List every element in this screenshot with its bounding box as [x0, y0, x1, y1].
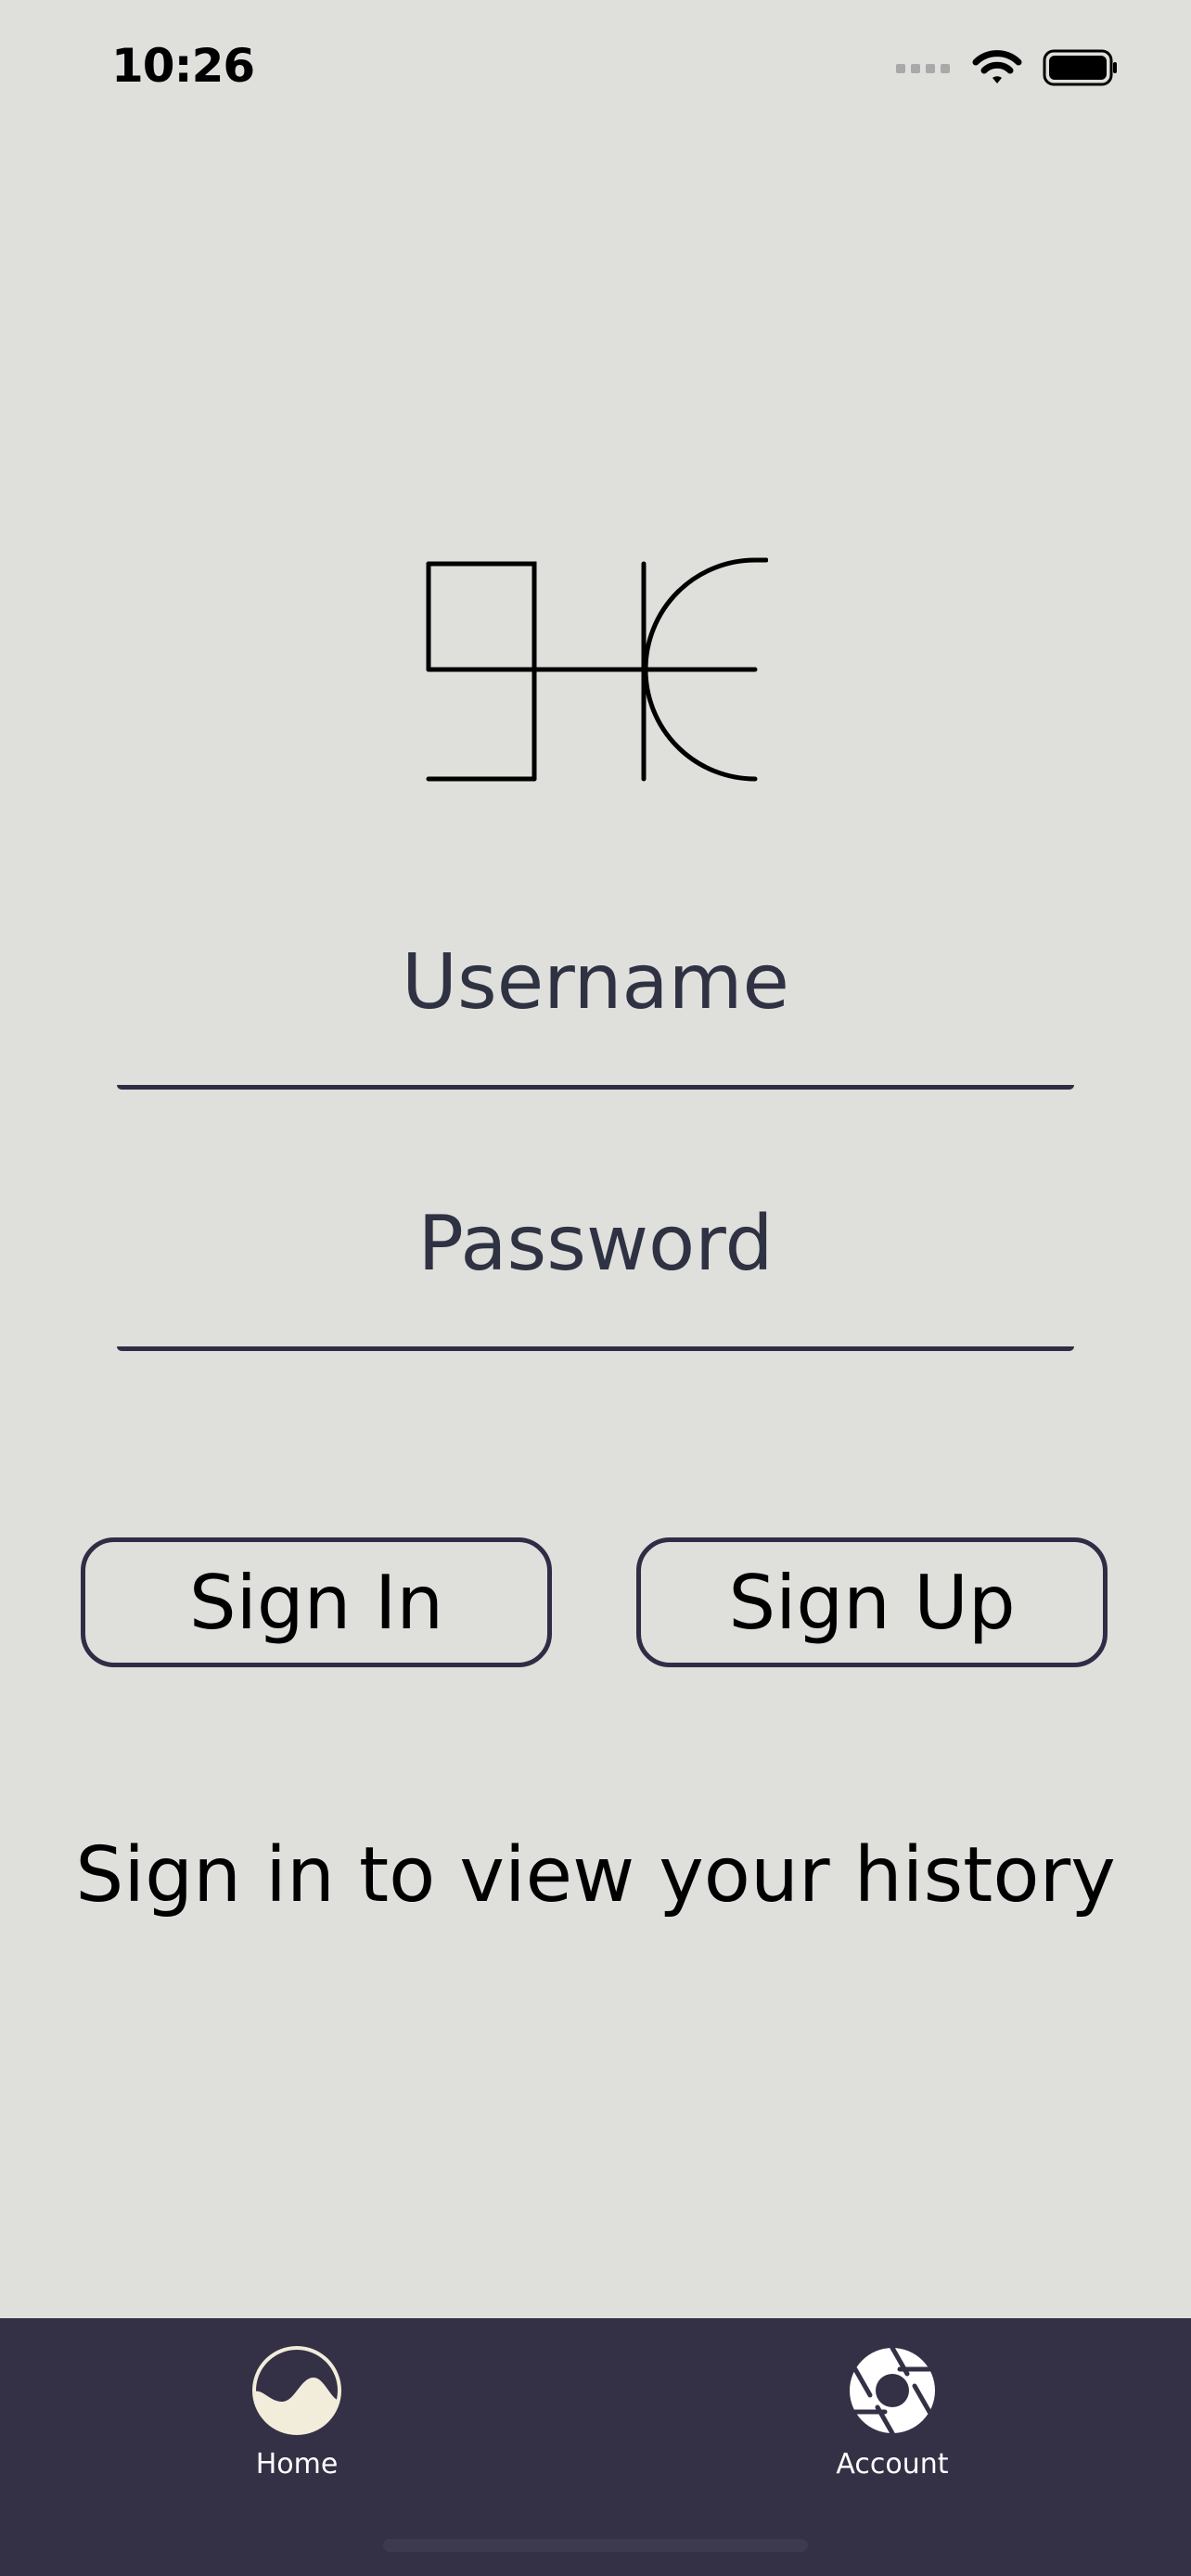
- sign-up-label: Sign Up: [728, 1559, 1016, 1646]
- tab-home-label: Home: [255, 2448, 339, 2480]
- tab-account[interactable]: Account: [772, 2339, 1013, 2515]
- status-icons: [896, 45, 1119, 91]
- app-logo: [426, 557, 768, 782]
- home-indicator: [383, 2539, 808, 2552]
- username-field-container: [117, 927, 1074, 1090]
- username-underline: [117, 1085, 1074, 1090]
- history-message: Sign in to view your history: [75, 1831, 1116, 1919]
- signal-icon: [896, 64, 950, 73]
- sign-in-button[interactable]: Sign In: [81, 1537, 552, 1667]
- password-underline: [117, 1346, 1074, 1351]
- battery-icon: [1043, 49, 1117, 86]
- password-input[interactable]: [117, 1189, 1074, 1300]
- status-bar: 10:26: [0, 0, 1191, 130]
- home-wave-icon: [252, 2346, 341, 2435]
- tab-account-label: Account: [836, 2448, 949, 2480]
- status-time: 10:26: [111, 39, 255, 93]
- username-input[interactable]: [117, 927, 1074, 1039]
- password-field-container: [117, 1189, 1074, 1351]
- tab-bar: Home Account: [0, 2318, 1191, 2576]
- sign-up-button[interactable]: Sign Up: [636, 1537, 1108, 1667]
- sign-in-label: Sign In: [188, 1559, 444, 1646]
- aperture-icon: [850, 2346, 935, 2435]
- tab-home[interactable]: Home: [176, 2339, 417, 2515]
- wifi-icon: [972, 50, 1022, 83]
